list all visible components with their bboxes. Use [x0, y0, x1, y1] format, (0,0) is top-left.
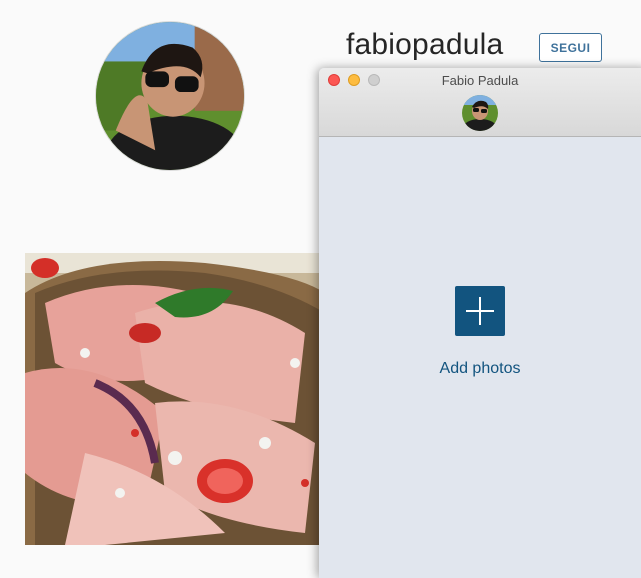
- add-photos-button[interactable]: [455, 286, 505, 336]
- profile-username: fabiopadula: [346, 28, 504, 61]
- profile-photo: [96, 22, 244, 170]
- post-thumbnail[interactable]: [25, 253, 325, 545]
- follow-button[interactable]: SEGUI: [539, 33, 602, 62]
- app-window: Fabio Padula Add photos: [319, 68, 641, 578]
- profile-photo-small: [462, 95, 498, 131]
- account-avatar[interactable]: [462, 95, 498, 131]
- pizza-photo: [25, 253, 325, 545]
- add-photos-label[interactable]: Add photos: [405, 360, 555, 378]
- window-title: Fabio Padula: [441, 73, 519, 88]
- window-titlebar[interactable]: Fabio Padula: [319, 68, 641, 137]
- profile-avatar: [95, 21, 245, 171]
